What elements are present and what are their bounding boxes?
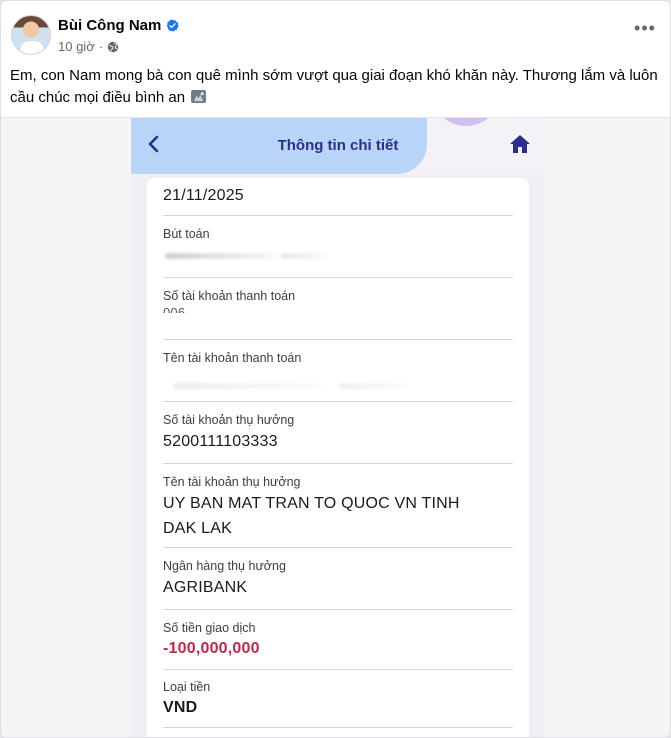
entry-value-redacted-tail [281,253,329,259]
meta-separator: · [98,39,104,54]
post-text-content: Em, con Nam mong bà con quê mình sớm vượ… [10,67,658,106]
beneficiary-name-label: Tên tài khoản thụ hưởng [163,475,301,489]
post-image[interactable]: Thông tin chi tiết 21/11/2025 Bút toán S… [1,117,670,737]
verified-badge-icon [166,19,180,32]
currency-value: VND [163,699,198,716]
avatar[interactable] [11,15,51,55]
post-header: Bùi Công Nam 10 giờ · ••• [1,1,670,63]
entry-label: Bút toán [163,227,210,241]
detail-row-beneficiary-account: Số tài khoản thụ hưởng 5200111103333 [163,402,513,464]
amount-label: Số tiền giao dịch [163,621,256,635]
beneficiary-name-line2: DAK LAK [163,520,232,537]
beneficiary-account-label: Số tài khoản thụ hưởng [163,413,295,427]
currency-label: Loại tiền [163,680,211,694]
pay-account-label: Số tài khoản thanh toán [163,289,296,303]
detail-row-amount: Số tiền giao dịch -100,000,000 [163,610,513,670]
post-meta: 10 giờ · [58,39,119,54]
detail-row-entry: Bút toán [163,216,513,278]
banking-app-screenshot: Thông tin chi tiết 21/11/2025 Bút toán S… [131,118,545,737]
detail-row-pay-account: Số tài khoản thanh toán 006 [163,278,513,340]
entry-value-redacted [165,253,275,259]
bank-value: AGRIBANK [163,579,248,596]
globe-icon[interactable] [107,41,119,53]
post-time[interactable]: 10 giờ [58,39,95,54]
amount-value: -100,000,000 [163,640,260,657]
app-header: Thông tin chi tiết [131,118,545,174]
pay-name-value-redacted-tail [339,383,409,389]
post-text: Em, con Nam mong bà con quê mình sớm vượ… [10,65,662,109]
transaction-details-card: 21/11/2025 Bút toán Số tài khoản thanh t… [147,178,529,737]
beneficiary-name-line1: UY BAN MAT TRAN TO QUOC VN TINH [163,495,460,512]
detail-row-date: 21/11/2025 [163,178,513,216]
pay-name-label: Tên tài khoản thanh toán [163,351,302,365]
prayer-emoji-icon [191,90,207,103]
author-name-row: Bùi Công Nam [58,17,180,34]
beneficiary-account-value: 5200111103333 [163,433,278,450]
app-title: Thông tin chi tiết [277,137,399,154]
pay-account-value-partial: 006 [163,305,186,313]
detail-row-pay-name: Tên tài khoản thanh toán [163,340,513,402]
author-name[interactable]: Bùi Công Nam [58,17,161,34]
more-options-icon[interactable]: ••• [634,19,656,37]
home-icon[interactable] [509,134,531,154]
header-blob-decoration [431,118,501,126]
bank-label: Ngân hàng thụ hưởng [163,559,286,573]
transaction-date: 21/11/2025 [163,187,244,204]
detail-row-currency: Loại tiền VND [163,670,513,728]
detail-row-bank: Ngân hàng thụ hưởng AGRIBANK [163,548,513,610]
detail-row-beneficiary-name: Tên tài khoản thụ hưởng UY BAN MAT TRAN … [163,464,513,548]
facebook-post: Bùi Công Nam 10 giờ · ••• Em, con Nam mo… [0,0,671,738]
pay-name-value-redacted [173,383,323,389]
